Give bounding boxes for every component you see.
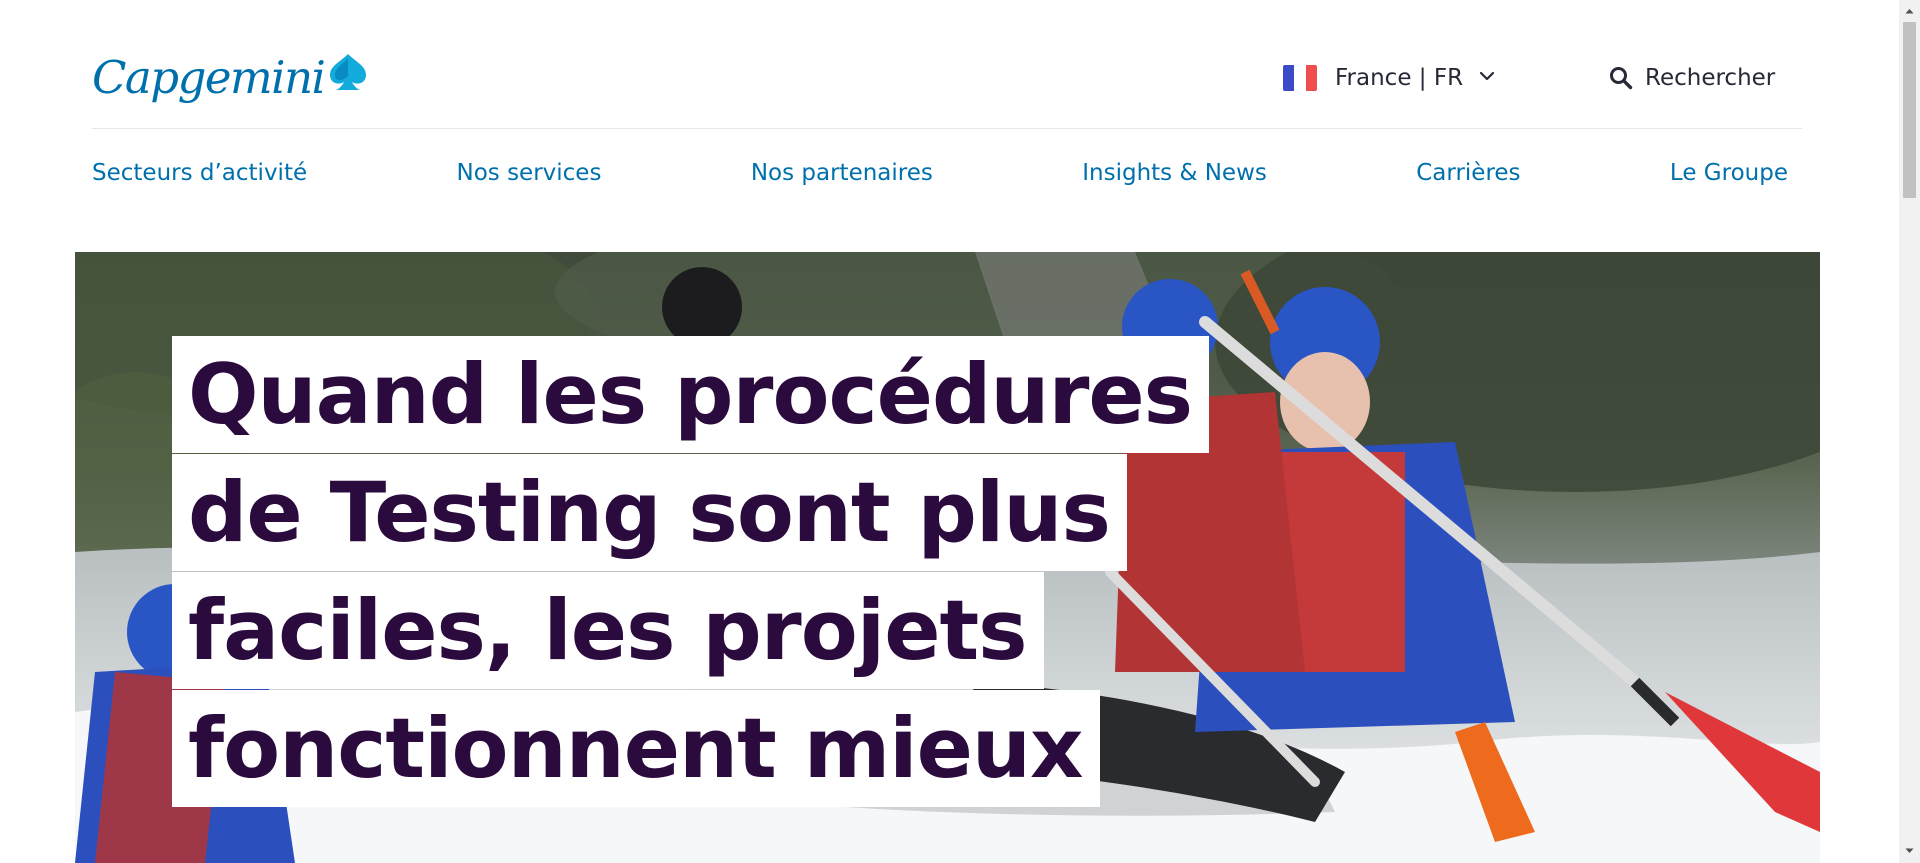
scroll-up-arrow-icon[interactable]	[1899, 2, 1920, 19]
header-divider	[92, 128, 1802, 129]
hero-headline: Quand les procédures de Testing sont plu…	[172, 336, 1272, 808]
capgemini-logo[interactable]: Capgemini	[92, 46, 370, 108]
main-nav: Secteurs d’activité Nos services Nos par…	[92, 153, 1788, 193]
nav-item-le-groupe[interactable]: Le Groupe	[1670, 160, 1788, 186]
hero-banner: Quand les procédures de Testing sont plu…	[75, 252, 1820, 863]
search-label: Rechercher	[1645, 65, 1776, 91]
scrollbar-thumb[interactable]	[1903, 22, 1916, 198]
logo-wordmark: Capgemini	[92, 50, 326, 104]
page-scrollbar[interactable]	[1899, 0, 1920, 863]
nav-item-insights-news[interactable]: Insights & News	[1082, 160, 1267, 186]
search-button[interactable]: Rechercher	[1609, 60, 1775, 96]
locale-selector[interactable]: France | FR	[1283, 60, 1495, 96]
nav-item-secteurs[interactable]: Secteurs d’activité	[92, 160, 307, 186]
search-icon	[1610, 67, 1633, 90]
page: Capgemini France | FR Rechercher Secteur…	[0, 0, 1899, 863]
spade-icon	[330, 54, 367, 90]
france-flag-icon	[1283, 65, 1317, 91]
chevron-down-icon	[1479, 71, 1495, 81]
scroll-down-arrow-icon[interactable]	[1899, 842, 1920, 859]
nav-item-services[interactable]: Nos services	[457, 160, 602, 186]
nav-item-partenaires[interactable]: Nos partenaires	[751, 160, 933, 186]
locale-label: France | FR	[1335, 65, 1464, 91]
nav-item-carrieres[interactable]: Carrières	[1416, 160, 1520, 186]
hero-headline-text: Quand les procédures de Testing sont plu…	[172, 336, 1210, 807]
